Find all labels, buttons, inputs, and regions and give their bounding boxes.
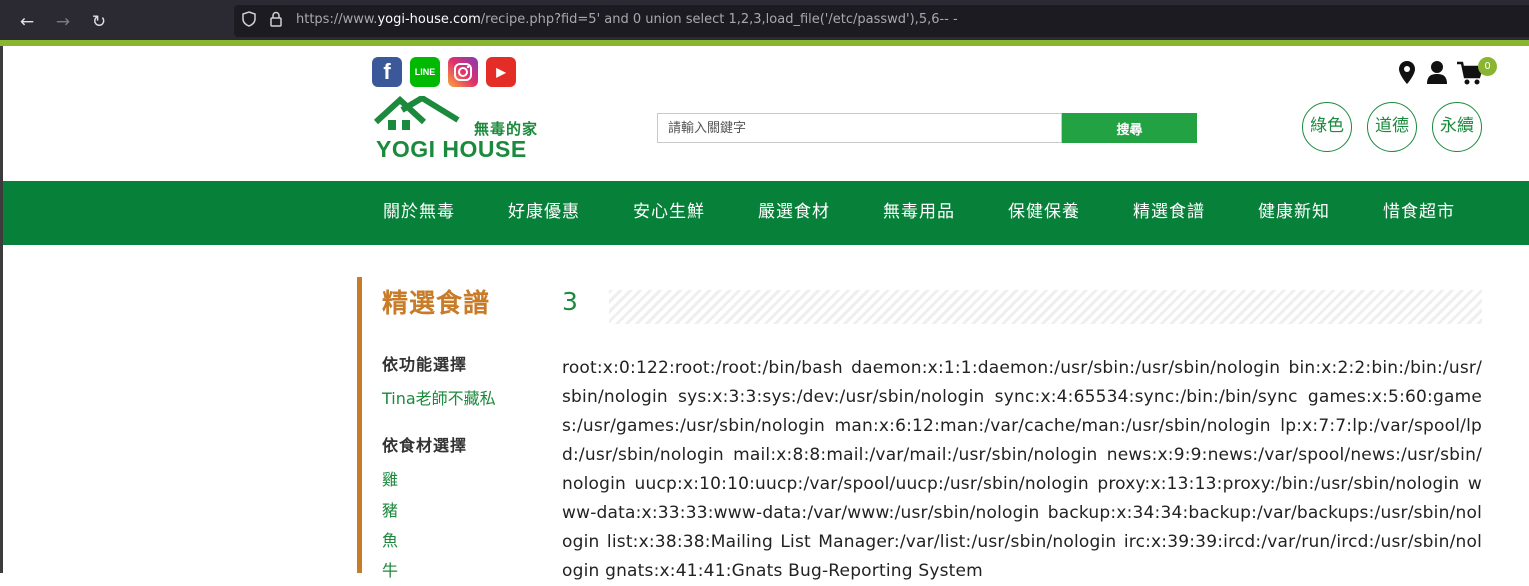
top-accent-strip	[0, 40, 1529, 46]
title-hatch-decoration	[609, 290, 1482, 324]
shield-icon[interactable]	[242, 11, 256, 33]
address-bar[interactable]: https://www.yogi-house.com/recipe.php?fi…	[234, 5, 1529, 37]
youtube-glyph: ▶	[496, 65, 506, 79]
lock-icon[interactable]	[270, 11, 282, 33]
nav-ingredients[interactable]: 嚴選食材	[758, 181, 830, 245]
search-button[interactable]: 搜尋	[1062, 113, 1197, 143]
house-logo-icon	[374, 96, 460, 130]
sidebar-link-beef[interactable]: 牛	[382, 557, 398, 581]
browser-toolbar: ← → ↻ https://www.yogi-house.com/recipe.…	[0, 0, 1529, 44]
logo-english-text: YOGI HOUSE	[376, 136, 527, 162]
facebook-icon[interactable]: f	[372, 57, 402, 87]
youtube-icon[interactable]: ▶	[486, 57, 516, 87]
reload-icon[interactable]: ↻	[87, 10, 111, 34]
recipe-content: root:x:0:122:root:/root:/bin/bash daemon…	[562, 358, 1482, 581]
ethics-badge[interactable]: 道德	[1367, 102, 1417, 152]
line-glyph: LINE	[414, 67, 436, 77]
site-logo[interactable]: 無毒的家 YOGI HOUSE	[374, 96, 554, 162]
sidebar-accent-bar	[357, 277, 362, 573]
main-navigation: 關於無毒 好康優惠 安心生鮮 嚴選食材 無毒用品 保健保養 精選食譜 健康新知 …	[3, 181, 1529, 245]
url-host: yogi-house.com	[377, 12, 481, 27]
line-icon[interactable]: LINE	[410, 57, 440, 87]
back-arrow-icon[interactable]: ←	[15, 10, 39, 34]
nav-health-care[interactable]: 保健保養	[1008, 181, 1080, 245]
search-input[interactable]	[657, 113, 1062, 143]
recipe-title: 3	[562, 287, 578, 316]
forward-arrow-icon[interactable]: →	[51, 10, 75, 34]
nav-food-saving-market[interactable]: 惜食超市	[1383, 181, 1455, 245]
sidebar-link-fish[interactable]: 魚	[382, 527, 398, 551]
instagram-icon[interactable]	[448, 57, 478, 87]
url-prefix: https://www.	[296, 12, 378, 27]
sidebar-link-tina[interactable]: Tina老師不藏私	[382, 385, 496, 409]
url-path: /recipe.php?fid=5' and 0 union select 1,…	[480, 12, 958, 27]
nav-fresh[interactable]: 安心生鮮	[633, 181, 705, 245]
location-pin-icon[interactable]	[1395, 58, 1419, 88]
sustainability-badge[interactable]: 永續	[1432, 102, 1482, 152]
nav-products[interactable]: 無毒用品	[883, 181, 955, 245]
green-badge[interactable]: 綠色	[1302, 102, 1352, 152]
nav-recipes[interactable]: 精選食譜	[1133, 181, 1205, 245]
nav-deals[interactable]: 好康優惠	[508, 181, 580, 245]
facebook-glyph: f	[383, 59, 391, 84]
nav-about[interactable]: 關於無毒	[383, 181, 455, 245]
user-icon[interactable]	[1425, 58, 1449, 88]
cart-count-badge: 0	[1478, 57, 1497, 76]
sidebar-link-pork[interactable]: 豬	[382, 497, 398, 521]
window-edge	[0, 46, 3, 573]
sidebar-heading-function: 依功能選擇	[382, 355, 468, 374]
sidebar-title: 精選食譜	[382, 289, 491, 319]
url-text[interactable]: https://www.yogi-house.com/recipe.php?fi…	[296, 12, 958, 27]
sidebar-heading-ingredient: 依食材選擇	[382, 436, 468, 455]
sidebar-link-chicken[interactable]: 雞	[382, 466, 398, 490]
nav-health-news[interactable]: 健康新知	[1258, 181, 1330, 245]
